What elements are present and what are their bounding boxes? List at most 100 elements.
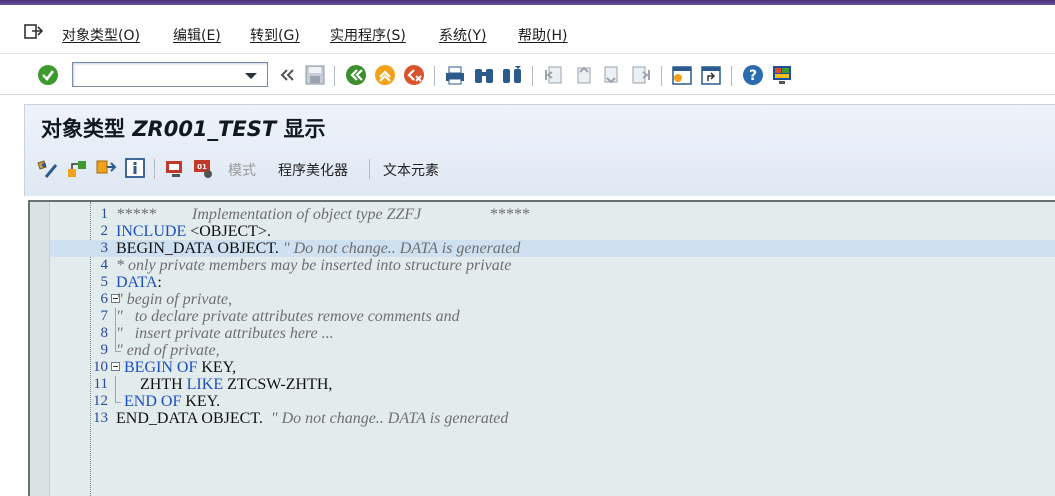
code-line[interactable]: 8 " insert private attributes here ... <box>50 325 1055 342</box>
shortcut-icon[interactable] <box>700 64 722 86</box>
pretty-printer-button[interactable]: 程序美化器 <box>278 160 348 180</box>
generate-icon[interactable]: 01 <box>192 157 214 179</box>
code-text: INCLUDE <OBJECT>. <box>116 223 271 240</box>
line-number: 13 <box>93 410 108 426</box>
code-editor[interactable]: 1 ***** Implementation of object type ZZF… <box>28 200 1055 496</box>
layout-icon[interactable] <box>771 64 793 86</box>
svg-text:01: 01 <box>197 163 207 171</box>
line-number: 6 <box>100 291 109 307</box>
first-page-icon[interactable] <box>543 64 565 86</box>
toolbar-separator <box>532 66 533 86</box>
application-toolbar: 01 模式 程序美化器 文本元素 <box>25 149 1055 187</box>
code-comment: * only private members may be inserted i… <box>116 257 512 274</box>
code-line[interactable]: 1 ***** Implementation of object type ZZF… <box>50 206 1055 223</box>
code-comment: " to declare private attributes remove c… <box>116 308 460 325</box>
code-keyword: LIKE <box>186 376 224 393</box>
prev-page-icon[interactable] <box>572 64 594 86</box>
menu-utilities[interactable]: 实用程序(S) <box>330 25 406 45</box>
code-token: : <box>157 274 162 291</box>
toolbar-separator <box>369 159 370 179</box>
print-icon[interactable] <box>444 64 466 86</box>
code-token: BEGIN_DATA OBJECT. <box>116 240 283 257</box>
code-line[interactable]: 9 " end of private, <box>50 342 1055 359</box>
editor-left-gutter <box>30 202 50 496</box>
code-comment: ***** Implementation of object type ZZFJ… <box>116 206 530 223</box>
save-icon[interactable] <box>304 64 326 86</box>
line-number: 1 <box>100 206 109 222</box>
mode-button[interactable]: 模式 <box>228 160 256 180</box>
menu-exit-icon[interactable] <box>24 23 44 41</box>
code-token: <OBJECT>. <box>186 223 271 240</box>
create-session-icon[interactable] <box>671 64 693 86</box>
line-number: 10 <box>93 359 108 375</box>
code-text: ZHTH LIKE ZTCSW-ZHTH, <box>116 376 332 393</box>
code-text: END OF KEY. <box>116 393 220 410</box>
code-text: BEGIN_DATA OBJECT. " Do not change.. DAT… <box>116 240 520 257</box>
code-token: ZTCSW-ZHTH, <box>223 376 333 393</box>
code-line[interactable]: 10 BEGIN OF KEY, <box>50 359 1055 376</box>
line-number: 2 <box>100 223 109 239</box>
exit-icon[interactable] <box>374 64 396 86</box>
display-change-icon[interactable] <box>36 157 58 179</box>
where-used-icon[interactable] <box>95 157 117 179</box>
line-number: 5 <box>100 274 109 290</box>
code-text: DATA: <box>116 274 162 291</box>
code-keyword: DATA <box>116 274 158 291</box>
code-line[interactable]: 2 INCLUDE <OBJECT>. <box>50 223 1055 240</box>
test-object-icon[interactable] <box>164 157 186 179</box>
code-comment: " Do not change.. DATA is generated <box>282 240 521 257</box>
text-elements-button[interactable]: 文本元素 <box>383 160 439 180</box>
toolbar-separator <box>661 66 662 86</box>
code-token: KEY. <box>181 393 221 410</box>
code-keyword: INCLUDE <box>116 223 187 240</box>
info-icon[interactable] <box>124 157 146 179</box>
code-text: END_DATA OBJECT. " Do not change.. DATA … <box>116 410 508 427</box>
last-page-icon[interactable] <box>630 64 652 86</box>
cancel-icon[interactable] <box>403 64 425 86</box>
green-back-icon[interactable] <box>345 64 367 86</box>
code-line[interactable]: 3 BEGIN_DATA OBJECT. " Do not change.. DA… <box>50 240 1055 257</box>
line-number: 3 <box>100 240 109 256</box>
line-number: 11 <box>93 376 108 392</box>
code-comment: " Do not change.. DATA is generated <box>266 410 509 427</box>
code-comment: " end of private, <box>116 342 220 359</box>
chevron-down-icon[interactable] <box>245 73 257 79</box>
line-number: 9 <box>100 342 109 358</box>
find-icon[interactable] <box>473 64 495 86</box>
code-line[interactable]: 7 " to declare private attributes remove … <box>50 308 1055 325</box>
line-number: 12 <box>93 393 108 409</box>
line-number: 7 <box>100 308 109 324</box>
code-line[interactable]: 4 * only private members may be inserted … <box>50 257 1055 274</box>
menu-edit[interactable]: 编辑(E) <box>173 25 221 45</box>
line-number: 8 <box>100 325 109 341</box>
code-comment: " begin of private, <box>116 291 233 308</box>
code-text: " end of private, <box>116 342 220 359</box>
find-next-icon[interactable] <box>501 64 523 86</box>
menu-goto[interactable]: 转到(G) <box>250 25 300 45</box>
code-comment: " insert private attributes here ... <box>116 325 334 342</box>
menu-help[interactable]: 帮助(H) <box>518 25 567 45</box>
code-text: BEGIN OF KEY, <box>116 359 236 376</box>
activate-icon[interactable] <box>66 157 88 179</box>
code-line[interactable]: 6 " begin of private, <box>50 291 1055 308</box>
code-line[interactable]: 13 END_DATA OBJECT. " Do not change.. DAT… <box>50 410 1055 427</box>
menu-system[interactable]: 系统(Y) <box>439 25 486 45</box>
toolbar-separator <box>434 66 435 86</box>
code-token: ZHTH <box>116 376 187 393</box>
page-title: 对象类型 ZR001_TEST 显示 <box>41 113 325 143</box>
collapse-left-icon[interactable] <box>277 64 299 86</box>
help-icon[interactable]: ? <box>742 64 764 86</box>
code-text: ***** Implementation of object type ZZFJ… <box>116 206 529 223</box>
menu-object-type[interactable]: 对象类型(O) <box>62 25 140 45</box>
next-page-icon[interactable] <box>601 64 623 86</box>
code-line[interactable]: 5 DATA: <box>50 274 1055 291</box>
svg-text:?: ? <box>749 68 757 84</box>
code-text: * only private members may be inserted i… <box>116 257 511 274</box>
code-keyword: END OF <box>124 393 182 410</box>
code-line[interactable]: 12 END OF KEY. <box>50 393 1055 410</box>
command-field[interactable] <box>72 62 268 87</box>
code-line[interactable]: 11 ZHTH LIKE ZTCSW-ZHTH, <box>50 376 1055 393</box>
enter-check-icon[interactable] <box>37 64 59 86</box>
